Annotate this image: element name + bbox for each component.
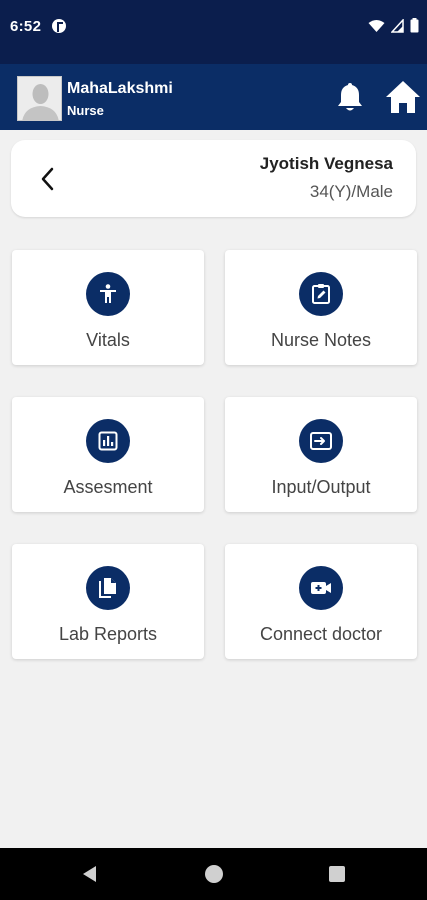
tile-icon-badge xyxy=(299,419,343,463)
tile-label: Vitals xyxy=(86,330,130,350)
user-role: Nurse xyxy=(67,103,104,118)
tile-icon-badge xyxy=(86,419,130,463)
bar-chart-icon xyxy=(98,431,118,451)
tile-label: Input/Output xyxy=(271,477,371,497)
app-header: MahaLakshmi Nurse xyxy=(0,64,427,130)
tile-assesment[interactable]: Assesment xyxy=(12,397,204,512)
tile-connect-doctor[interactable]: Connect doctor xyxy=(225,544,417,659)
user-name: MahaLakshmi xyxy=(67,80,173,97)
nav-recents-icon[interactable] xyxy=(329,866,345,882)
nav-back-icon[interactable] xyxy=(80,864,100,884)
status-icons xyxy=(368,18,419,33)
tile-icon-badge xyxy=(299,272,343,316)
video-call-icon xyxy=(311,582,331,594)
tile-vitals[interactable]: Vitals xyxy=(12,250,204,365)
wifi-icon xyxy=(368,19,385,32)
tile-label: Connect doctor xyxy=(259,624,383,644)
status-bar: 6:52 xyxy=(0,0,427,64)
edit-note-icon xyxy=(312,284,330,304)
status-time: 6:52 xyxy=(10,18,42,35)
tile-lab-reports[interactable]: Lab Reports xyxy=(12,544,204,659)
tile-label: Nurse Notes xyxy=(270,330,372,350)
patient-name: Jyotish Vegnesa xyxy=(259,154,393,173)
home-icon[interactable] xyxy=(384,78,422,116)
tile-label: Assesment xyxy=(63,477,153,497)
tile-icon-badge xyxy=(299,566,343,610)
avatar[interactable] xyxy=(17,76,62,121)
signal-icon xyxy=(391,18,404,33)
tile-input-output[interactable]: Input/Output xyxy=(225,397,417,512)
battery-icon xyxy=(410,18,419,33)
user-avatar-icon xyxy=(18,77,61,120)
system-nav-bar xyxy=(0,848,427,900)
tile-icon-badge xyxy=(86,566,130,610)
notification-app-icon xyxy=(52,19,66,33)
tile-label: Lab Reports xyxy=(58,624,158,644)
patient-age-gender: 34(Y)/Male xyxy=(309,182,393,201)
input-icon xyxy=(310,432,332,450)
patient-card: Jyotish Vegnesa 34(Y)/Male xyxy=(11,140,416,217)
tile-nurse-notes[interactable]: Nurse Notes xyxy=(225,250,417,365)
documents-icon xyxy=(99,578,116,598)
nav-home-icon[interactable] xyxy=(205,865,223,883)
tile-icon-badge xyxy=(86,272,130,316)
back-chevron-icon[interactable] xyxy=(33,160,63,198)
accessibility-icon xyxy=(100,284,116,303)
bell-icon[interactable] xyxy=(333,80,367,114)
